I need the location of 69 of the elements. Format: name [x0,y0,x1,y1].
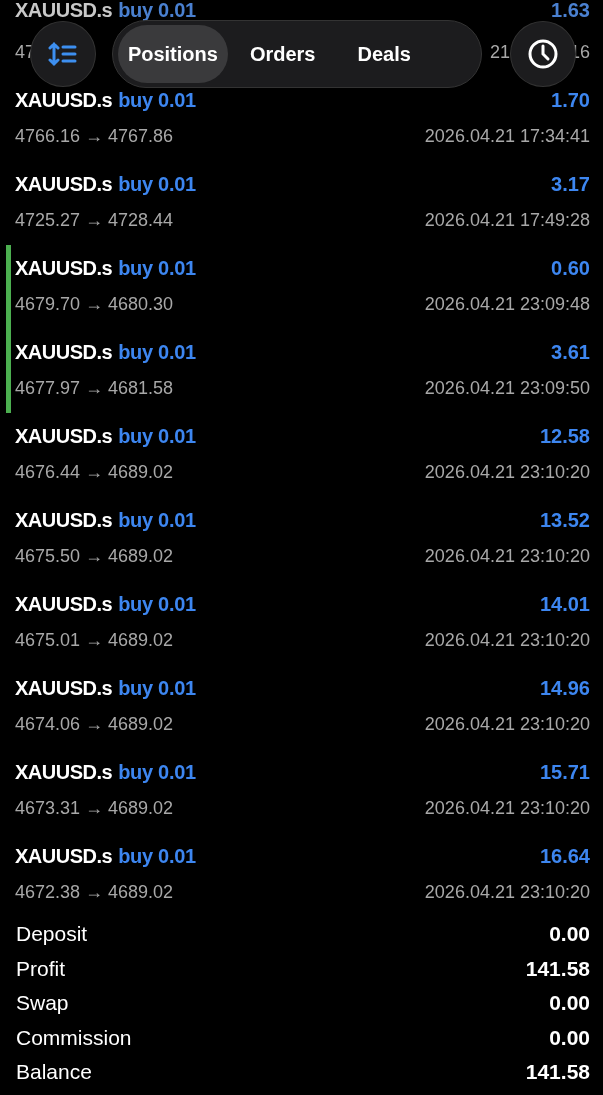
tab[interactable]: Orders [239,25,326,83]
tab[interactable]: Deals [347,25,421,83]
time-text: 21 [489,41,510,63]
summary-label: Swap [16,991,69,1016]
time-text: 2026.04.21 23:10:20 [424,797,590,819]
symbol-text: XAUUSD.s [15,508,113,531]
trade-type-text: buy 0.01 [118,424,196,447]
symbol-text: XAUUSD.s [15,592,113,615]
trade-type-text: buy 0.01 [118,0,196,21]
trade-type-text: buy 0.01 [118,88,196,111]
profit-text: 1.70 [551,88,590,112]
symbol-text: XAUUSD.s [15,256,113,279]
time-text: 2026.04.21 23:10:20 [424,629,590,651]
profit-text: 15.71 [539,760,590,784]
summary-value: 141.58 [525,1060,590,1085]
time-text: 2026.04.21 23:10:20 [424,545,590,567]
time-text: 2026.04.21 23:09:48 [424,293,590,315]
summary-value: 0.00 [549,1025,590,1050]
price-text: 4675.01 → 4689.02 [15,629,174,651]
symbol-text: XAUUSD.s [15,760,113,783]
symbol-text: XAUUSD.s [15,0,113,21]
price-text: 4676.44 → 4689.02 [15,461,174,483]
price-text: 4679.70 → 4680.30 [15,293,174,315]
time-text: 2026.04.21 23:10:20 [424,881,590,903]
trade-type-text: buy 0.01 [118,340,196,363]
summary-label: Balance [16,1060,92,1085]
trade-type-text: buy 0.01 [118,592,196,615]
trade-type-text: buy 0.01 [118,256,196,279]
trade-type-text: buy 0.01 [118,172,196,195]
summary-value: 0.00 [549,922,590,947]
time-text: 2026.04.21 23:10:20 [424,713,590,735]
summary-label: Deposit [16,922,88,947]
trade-type-text: buy 0.01 [118,760,196,783]
symbol-text: XAUUSD.s [15,844,113,867]
price-text: 4766.16 → 4767.86 [15,125,174,147]
profit-text: 16.64 [539,844,590,868]
clock-icon [527,38,560,70]
profit-text: 0.60 [551,256,590,280]
profit-text: 1.63 [551,0,590,22]
price-text: 4673.31 → 4689.02 [15,797,174,819]
summary-label: Commission [16,1025,132,1050]
trade-type-text: buy 0.01 [118,844,196,867]
price-text: 4675.50 → 4689.02 [15,545,174,567]
symbol-text: XAUUSD.s [15,424,113,447]
profit-text: 14.01 [539,592,590,616]
trade-type-text: buy 0.01 [118,676,196,699]
time-text: 2026.04.21 23:09:50 [424,377,590,399]
time-text: 2026.04.21 17:34:41 [424,125,590,147]
profit-text: 14.96 [539,676,590,700]
profit-text: 13.52 [539,508,590,532]
tab[interactable]: Positions [117,25,228,83]
symbol-text: XAUUSD.s [15,676,113,699]
summary-value: 0.00 [549,991,590,1016]
sort-icon [47,41,78,67]
profit-text: 12.58 [539,424,590,448]
price-text: 4725.27 → 4728.44 [15,209,174,231]
price-text: 4674.06 → 4689.02 [15,713,174,735]
summary-label: Profit [16,956,65,981]
symbol-text: XAUUSD.s [15,172,113,195]
trade-type-text: buy 0.01 [118,508,196,531]
time-text: 2026.04.21 17:49:28 [424,209,590,231]
symbol-text: XAUUSD.s [15,88,113,111]
price-text: 4672.38 → 4689.02 [15,881,174,903]
price-text: 4677.97 → 4681.58 [15,377,174,399]
symbol-text: XAUUSD.s [15,340,113,363]
profit-text: 3.17 [551,172,590,196]
time-text: 2026.04.21 23:10:20 [424,461,590,483]
summary-value: 141.58 [525,956,590,981]
profit-text: 3.61 [551,340,590,364]
